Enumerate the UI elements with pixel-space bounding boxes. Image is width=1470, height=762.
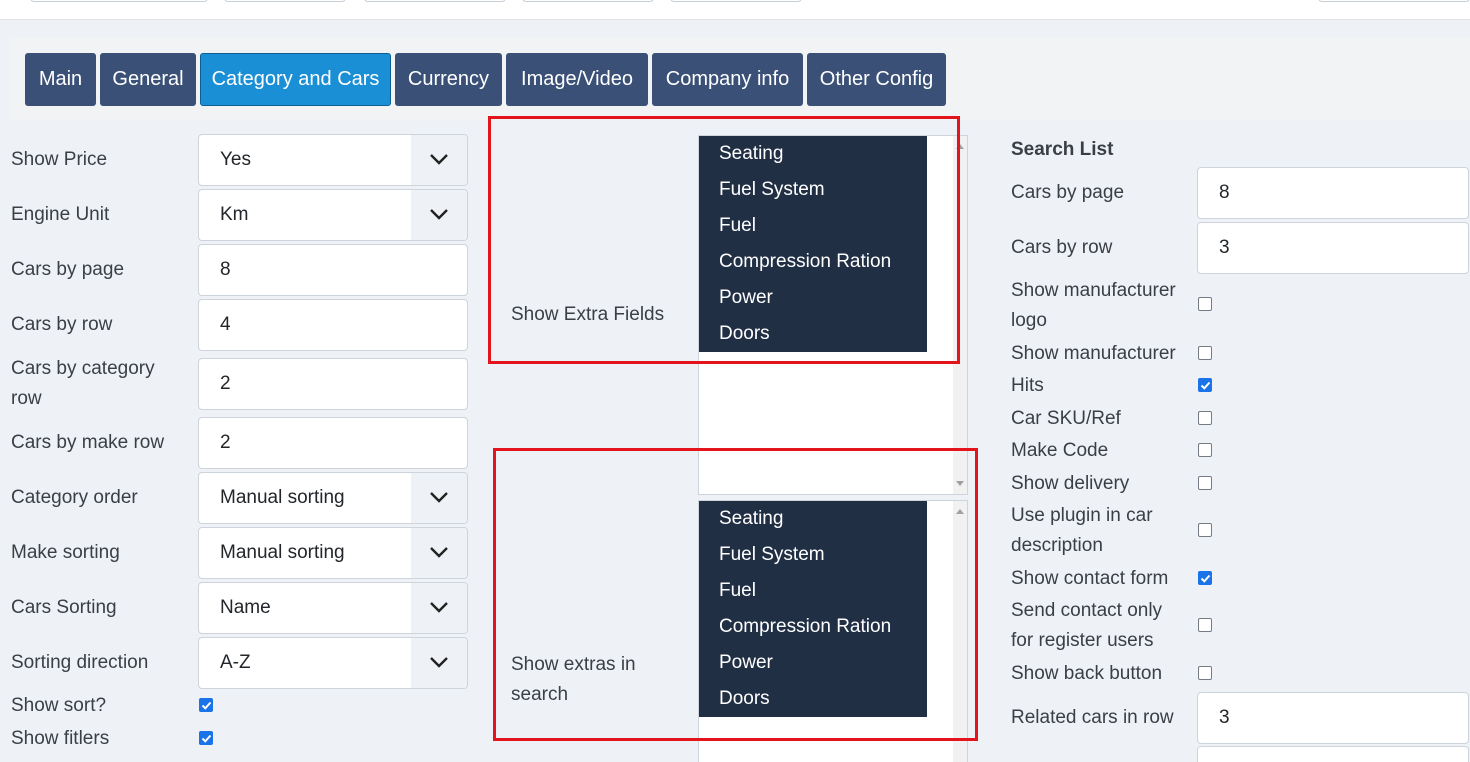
show-price-value: Yes [220,149,251,170]
show-filters-label: Show fitlers [11,728,110,749]
hits-checkbox[interactable] [1198,378,1212,392]
use-plugin-checkbox[interactable] [1198,523,1212,537]
make-code-checkbox[interactable] [1198,443,1212,457]
chevron-down-icon [411,473,467,523]
cars-by-category-row-value: 2 [220,373,231,394]
engine-unit-value: Km [220,204,249,225]
search-cars-by-page-label: Cars by page [1011,182,1125,203]
chevron-down-icon [411,638,467,688]
toolbar-field[interactable] [30,0,208,2]
hits-label: Hits [1011,375,1044,396]
show-sort-label: Show sort? [11,695,107,716]
send-contact-only-label-line2: for register users [1011,630,1154,651]
category-order-value: Manual sorting [220,487,345,508]
tab-general[interactable]: General [100,53,196,106]
sorting-direction-value: A-Z [220,652,251,673]
category-order-select[interactable]: Manual sorting [198,472,468,524]
show-manufacturer-logo-label-line2: logo [1011,310,1047,331]
cars-by-make-row-value: 2 [220,432,231,453]
tab-image-video[interactable]: Image/Video [506,53,648,106]
show-manufacturer-logo-checkbox[interactable] [1198,297,1212,311]
sorting-direction-select[interactable]: A-Z [198,637,468,689]
show-back-button-checkbox[interactable] [1198,666,1212,680]
engine-unit-select[interactable]: Km [198,189,468,241]
cars-by-category-row-label-line2: row [11,388,42,409]
show-contact-form-checkbox[interactable] [1198,571,1212,585]
tab-company-info[interactable]: Company info [652,53,803,106]
cars-by-category-row-input[interactable]: 2 [198,358,468,410]
make-code-label: Make Code [1011,440,1109,461]
tab-main[interactable]: Main [25,53,96,106]
search-cars-by-row-value: 3 [1219,237,1230,258]
cars-by-row-label: Cars by row [11,314,113,335]
cars-by-make-row-input[interactable]: 2 [198,417,468,469]
related-cars-in-row-value: 3 [1219,707,1230,728]
show-back-button-label: Show back button [1011,663,1163,684]
show-manufacturer-logo-label: Show manufacturer logo [1011,276,1176,336]
show-price-select[interactable]: Yes [198,134,468,186]
show-delivery-checkbox[interactable] [1198,476,1212,490]
car-sku-label: Car SKU/Ref [1011,408,1121,429]
toolbar-field[interactable] [670,0,802,2]
make-sorting-label: Make sorting [11,542,120,563]
cars-by-category-row-label-line1: Cars by category [11,358,155,379]
show-delivery-label: Show delivery [1011,473,1130,494]
chevron-down-icon [411,528,467,578]
cars-by-row-input[interactable]: 4 [198,299,468,351]
send-contact-only-label-line1: Send contact only [1011,600,1163,621]
related-cars-in-row-label: Related cars in row [1011,707,1174,728]
sorting-direction-label: Sorting direction [11,652,149,673]
toolbar-field[interactable] [364,0,506,2]
cars-sorting-select[interactable]: Name [198,582,468,634]
car-sku-checkbox[interactable] [1198,411,1212,425]
chevron-down-icon [411,135,467,185]
search-list-heading: Search List [1011,139,1114,160]
cars-by-row-value: 4 [220,314,231,335]
category-order-label: Category order [11,487,138,508]
tab-category-and-cars[interactable]: Category and Cars [200,53,391,106]
related-cars-in-row-input[interactable]: 3 [1197,692,1469,744]
search-cars-by-page-input[interactable]: 8 [1197,167,1469,219]
highlight-box-extras-in-search [493,448,978,741]
top-toolbar [0,0,1470,20]
highlight-box-extra-fields [488,116,960,364]
show-sort-checkbox[interactable] [199,698,213,712]
send-contact-only-label: Send contact only for register users [1011,596,1162,656]
use-plugin-label-line2: description [1011,535,1103,556]
toolbar-field[interactable] [224,0,346,2]
send-contact-only-checkbox[interactable] [1198,618,1212,632]
show-manufacturer-checkbox[interactable] [1198,346,1212,360]
cars-by-category-row-label: Cars by category row [11,354,155,414]
cars-sorting-value: Name [220,597,271,618]
cars-by-page-label: Cars by page [11,259,125,280]
cars-sorting-label: Cars Sorting [11,597,117,618]
show-manufacturer-label: Show manufacturer [1011,343,1176,364]
engine-unit-label: Engine Unit [11,204,110,225]
show-filters-checkbox[interactable] [199,731,213,745]
tab-currency[interactable]: Currency [395,53,502,106]
search-cars-by-row-input[interactable]: 3 [1197,222,1469,274]
chevron-down-icon [411,583,467,633]
show-price-label: Show Price [11,149,108,170]
tab-other-config[interactable]: Other Config [807,53,946,106]
show-manufacturer-logo-label-line1: Show manufacturer [1011,280,1176,301]
cars-by-page-input[interactable]: 8 [198,244,468,296]
chevron-down-icon [411,190,467,240]
make-sorting-value: Manual sorting [220,542,345,563]
show-contact-form-label: Show contact form [1011,568,1169,589]
toolbar-field[interactable] [522,0,654,2]
use-plugin-label: Use plugin in car description [1011,501,1153,561]
cars-by-make-row-label: Cars by make row [11,432,165,453]
search-cars-by-page-value: 8 [1219,182,1230,203]
make-sorting-select[interactable]: Manual sorting [198,527,468,579]
next-select-partial[interactable] [1197,746,1469,762]
cars-by-page-value: 8 [220,259,231,280]
use-plugin-label-line1: Use plugin in car [1011,505,1153,526]
search-cars-by-row-label: Cars by row [1011,237,1113,258]
toolbar-field[interactable] [1318,0,1470,2]
